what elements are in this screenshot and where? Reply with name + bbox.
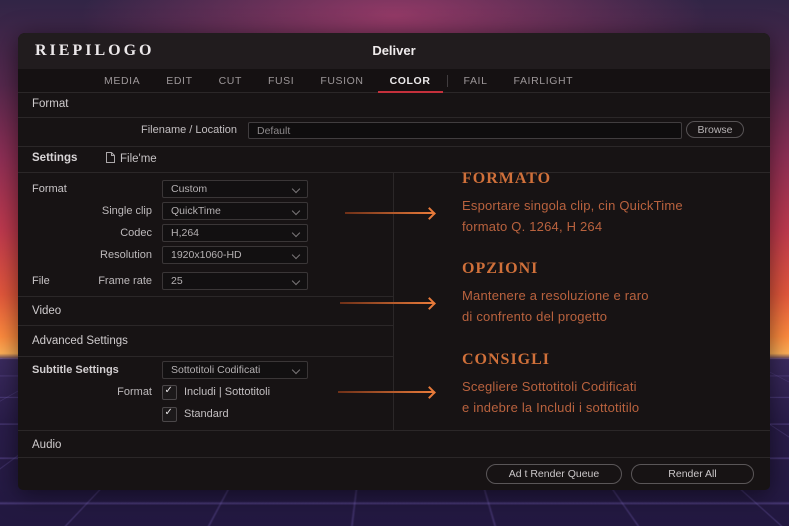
checkbox-includi-sottotitoli[interactable] xyxy=(162,385,177,400)
tab-divider xyxy=(446,74,448,87)
settings-title: Settings xyxy=(32,152,78,164)
format-row: Format Custom xyxy=(18,180,393,198)
frame-rate-row: File Frame rate 25 xyxy=(18,272,393,290)
annotation-formato: FORMATO Esportare singola clip, cin Quic… xyxy=(393,169,766,237)
tab-color-active[interactable]: COLOR xyxy=(377,69,444,93)
annotation-opzioni: OPZIONI Mantenere a resoluzione e raro d… xyxy=(393,259,766,327)
annotation-title: OPZIONI xyxy=(462,260,539,277)
frame-rate-label: Frame rate xyxy=(98,275,152,287)
codec-label: Codec xyxy=(120,227,152,239)
render-all-button[interactable]: Render All xyxy=(631,464,754,484)
tab-fusi[interactable]: FUSI xyxy=(255,69,307,92)
dropdown-value: 25 xyxy=(171,275,183,287)
annotation-title: FORMATO xyxy=(462,170,552,187)
chevron-down-icon xyxy=(291,365,301,375)
section-header-format[interactable]: Format xyxy=(18,92,770,118)
annotation-line: Mantenere a resoluzione e raro xyxy=(462,288,649,303)
section-header-advanced-settings[interactable]: Advanced Settings xyxy=(18,326,393,357)
annotation-consigli: CONSIGLI Scegliere Sottotitoli Codificat… xyxy=(393,350,766,418)
checkbox-label: Standard xyxy=(184,408,229,420)
dropdown-value: H,264 xyxy=(171,227,200,239)
single-clip-row: Single clip QuickTime xyxy=(18,202,393,220)
group-label-format: Format xyxy=(32,183,67,195)
dropdown-value: Sottotitoli Codificati xyxy=(171,364,261,376)
subtitle-settings-row: Subtitle Settings Sottotitoli Codificati xyxy=(18,361,393,379)
screen-background: RIEPILOGO Deliver MEDIA EDIT CUT FUSI FU… xyxy=(0,0,789,526)
chevron-down-icon xyxy=(291,206,301,216)
tab-media[interactable]: MEDIA xyxy=(91,69,153,92)
chevron-down-icon xyxy=(291,250,301,260)
codec-dropdown[interactable]: H,264 xyxy=(162,224,308,242)
single-clip-dropdown[interactable]: QuickTime xyxy=(162,202,308,220)
standard-row: Standard xyxy=(18,405,393,423)
arrow-icon-opzioni xyxy=(340,302,433,304)
annotation-line: Scegliere Sottotitoli Codificati xyxy=(462,379,637,394)
resolution-label: Resolution xyxy=(100,249,152,261)
subtitle-format-row: Format Includi | Sottotitoli xyxy=(18,383,393,401)
file-chip[interactable]: File'me xyxy=(105,151,157,167)
subtitle-settings-label: Subtitle Settings xyxy=(32,364,119,376)
page-title: Deliver xyxy=(372,43,416,58)
arrow-icon-formato xyxy=(345,212,433,214)
title-bar: RIEPILOGO Deliver xyxy=(18,33,770,70)
browse-button[interactable]: Browse xyxy=(686,121,744,138)
chevron-down-icon xyxy=(291,276,301,286)
file-chip-label: File'me xyxy=(120,153,157,165)
tab-edit[interactable]: EDIT xyxy=(153,69,205,92)
single-clip-label: Single clip xyxy=(101,205,152,217)
dropdown-value: Custom xyxy=(171,183,208,195)
annotation-line: e indebre la Includi i sottotitilo xyxy=(462,400,640,415)
arrow-icon-consigli xyxy=(338,391,433,393)
filename-label: Filename / Location xyxy=(141,124,237,136)
footer-bar: Ad t Render Queue Render All xyxy=(18,458,770,490)
chevron-down-icon xyxy=(291,184,301,194)
resolution-row: Resolution 1920x1060-HD xyxy=(18,246,393,264)
deliver-window: RIEPILOGO Deliver MEDIA EDIT CUT FUSI FU… xyxy=(18,33,770,490)
filename-input[interactable] xyxy=(248,122,682,139)
dropdown-value: 1920x1060-HD xyxy=(171,249,242,261)
checkbox-label: Includi | Sottotitoli xyxy=(184,386,271,398)
section-header-video[interactable]: Video xyxy=(18,296,393,326)
annotation-line: di confrento del progetto xyxy=(462,309,608,324)
dropdown-value: QuickTime xyxy=(171,205,221,217)
tab-cut[interactable]: CUT xyxy=(206,69,255,92)
chevron-down-icon xyxy=(291,228,301,238)
filename-row: Filename / Location Browse xyxy=(18,117,770,147)
annotation-title: CONSIGLI xyxy=(462,351,551,368)
add-to-render-queue-button[interactable]: Ad t Render Queue xyxy=(486,464,622,484)
subtitle-dropdown[interactable]: Sottotitoli Codificati xyxy=(162,361,308,379)
format-dropdown[interactable]: Custom xyxy=(162,180,308,198)
tab-fail[interactable]: FAIL xyxy=(451,69,501,92)
subtitle-format-label: Format xyxy=(117,386,152,398)
annotation-line: formato Q. 1264, H 264 xyxy=(462,219,603,234)
tab-fairlight[interactable]: FAIRLIGHT xyxy=(501,69,587,92)
resolution-dropdown[interactable]: 1920x1060-HD xyxy=(162,246,308,264)
checkbox-standard[interactable] xyxy=(162,407,177,422)
tab-fusion[interactable]: FUSION xyxy=(307,69,376,92)
page-tab-bar: MEDIA EDIT CUT FUSI FUSION COLOR FAIL FA… xyxy=(18,69,770,93)
document-icon xyxy=(105,151,116,167)
annotation-line: Esportare singola clip, cin QuickTime xyxy=(462,198,683,213)
section-header-audio[interactable]: Audio xyxy=(18,430,770,458)
frame-rate-dropdown[interactable]: 25 xyxy=(162,272,308,290)
codec-row: Codec H,264 xyxy=(18,224,393,242)
